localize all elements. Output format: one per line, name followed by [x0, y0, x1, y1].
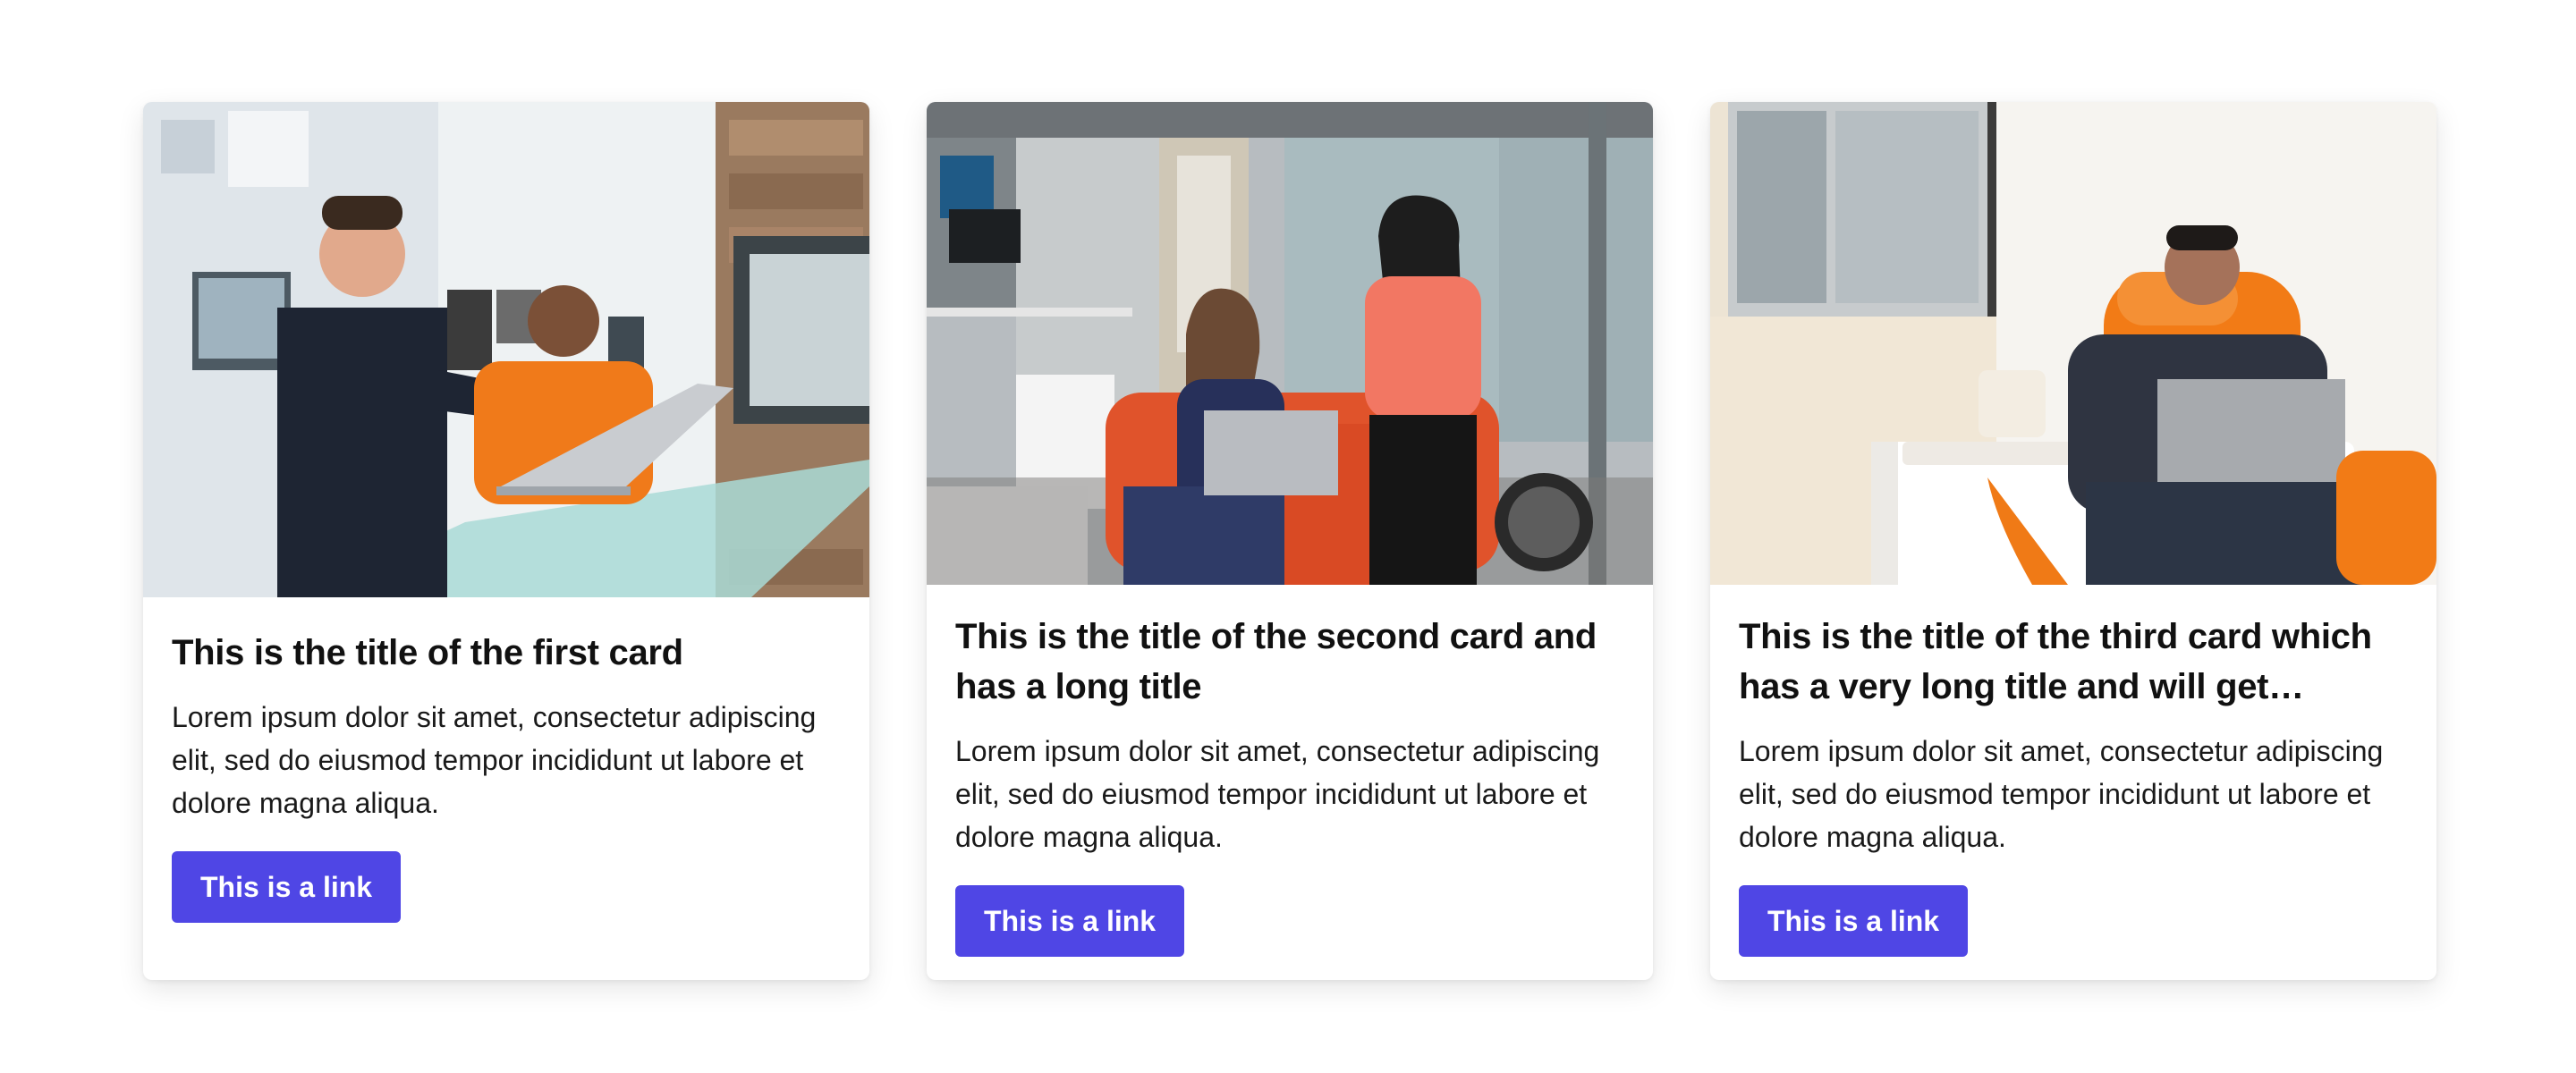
card-3-link-button[interactable]: This is a link	[1739, 885, 1969, 957]
card-2-text: Lorem ipsum dolor sit amet, consectetur …	[955, 735, 1600, 853]
card-3-title: This is the title of the third card whic…	[1739, 617, 2372, 706]
card-2: This is the title of the second card and…	[927, 102, 1653, 980]
card-1-title: This is the title of the first card	[172, 633, 683, 672]
card-1-text: Lorem ipsum dolor sit amet, consectetur …	[172, 701, 817, 819]
card-1-image	[143, 102, 869, 597]
card-1-link-button[interactable]: This is a link	[172, 851, 402, 923]
card-3-image	[1710, 102, 2436, 585]
card-3: This is the title of the third card whic…	[1710, 102, 2436, 980]
card-grid: This is the title of the first card Lore…	[143, 102, 2436, 980]
card-2-image	[927, 102, 1653, 585]
card-2-link-button[interactable]: This is a link	[955, 885, 1185, 957]
card-1: This is the title of the first card Lore…	[143, 102, 869, 980]
card-3-text: Lorem ipsum dolor sit amet, consectetur …	[1739, 735, 2384, 853]
card-2-title: This is the title of the second card and…	[955, 617, 1597, 706]
